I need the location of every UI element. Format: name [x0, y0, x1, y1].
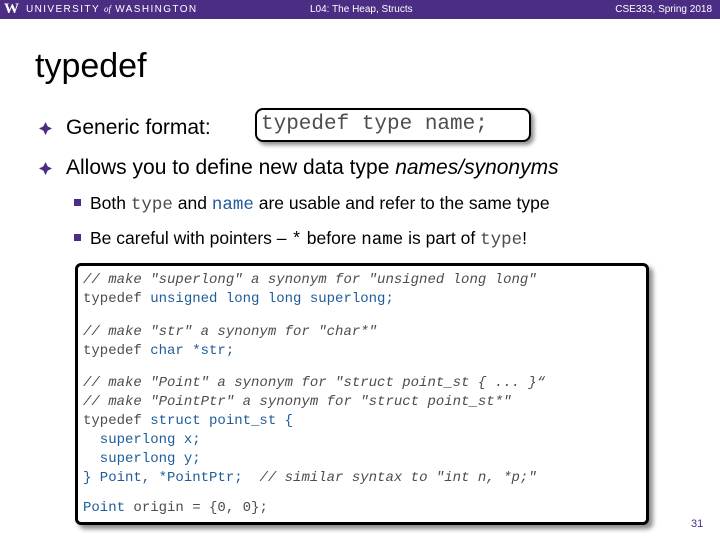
sub-text: are usable and refer to the same type: [253, 193, 550, 213]
format-code: typedef type name;: [261, 113, 488, 136]
code-comment: // make "PointPtr" a synonym for "struct…: [83, 394, 512, 410]
code-line: superlong y;: [83, 451, 201, 467]
university-name-part: UNIVERSITY: [26, 4, 105, 15]
sub-bullet-pointers: Be careful with pointers – * before name…: [74, 228, 527, 250]
code-text: unsigned long long superlong;: [141, 291, 394, 307]
university-name: UNIVERSITY of WASHINGTON: [26, 4, 198, 15]
university-name-of: of: [104, 4, 112, 14]
code-line: // make "str" a synonym for "char*": [83, 324, 377, 340]
sub-bullet-usable: Both type and name are usable and refer …: [74, 193, 550, 215]
course-label: CSE333, Spring 2018: [615, 4, 712, 15]
sub-text: !: [522, 228, 527, 248]
code-text: superlong y;: [83, 451, 201, 467]
bullet-generic-format: Generic format:: [66, 116, 211, 140]
sub-text: Be careful with pointers –: [90, 228, 292, 248]
bullet-define-types: Allows you to define new data type names…: [66, 156, 559, 180]
slide-title: typedef: [35, 47, 147, 85]
code-star: *: [291, 230, 302, 250]
sub-text: and: [172, 193, 212, 213]
code-line: Point origin = {0, 0};: [83, 500, 268, 516]
lecture-title: L04: The Heap, Structs: [310, 4, 413, 15]
code-text: } Point, *PointPtr;: [83, 470, 260, 486]
code-keyword: typedef: [83, 343, 142, 359]
code-type: type: [130, 195, 173, 215]
code-name: name: [211, 195, 254, 215]
diamond-bullet-icon: [39, 122, 52, 135]
code-comment: // similar syntax to "int n, *p;": [259, 470, 537, 486]
page-number: 31: [691, 518, 704, 530]
code-keyword: typedef: [83, 291, 142, 307]
code-line: typedef unsigned long long superlong;: [83, 291, 394, 307]
code-type: type: [480, 230, 523, 250]
university-name-part: WASHINGTON: [111, 4, 198, 15]
code-line: // make "PointPtr" a synonym for "struct…: [83, 394, 511, 410]
code-text: struct point_st {: [141, 413, 294, 429]
code-text: char *str;: [141, 343, 235, 359]
code-line: } Point, *PointPtr; // similar syntax to…: [83, 470, 537, 486]
code-text: origin = {0, 0};: [125, 500, 268, 516]
code-keyword: typedef: [83, 413, 142, 429]
uw-logo: W: [4, 1, 19, 17]
code-comment: // make "superlong" a synonym for "unsig…: [83, 272, 537, 288]
bullet-text: Allows you to define new data type: [66, 156, 396, 179]
code-comment: // make "Point" a synonym for "struct po…: [83, 375, 546, 391]
bullet-label: Generic format:: [66, 116, 211, 139]
code-line: // make "superlong" a synonym for "unsig…: [83, 272, 537, 288]
square-bullet-icon: [74, 199, 81, 206]
code-line: // make "Point" a synonym for "struct po…: [83, 375, 545, 391]
header-bar: W UNIVERSITY of WASHINGTON L04: The Heap…: [0, 0, 720, 19]
sub-text: is part of: [403, 228, 481, 248]
code-line: typedef struct point_st {: [83, 413, 293, 429]
sub-text: before: [301, 228, 362, 248]
code-name: name: [361, 230, 404, 250]
code-text: Point: [83, 500, 126, 516]
bullet-italic-text: names/synonyms: [395, 156, 559, 179]
code-line: typedef char *str;: [83, 343, 234, 359]
diamond-bullet-icon: [39, 162, 52, 175]
code-comment: // make "str" a synonym for "char*": [83, 324, 378, 340]
sub-text: Both: [90, 193, 131, 213]
code-line: superlong x;: [83, 432, 201, 448]
code-text: superlong x;: [83, 432, 201, 448]
square-bullet-icon: [74, 234, 81, 241]
